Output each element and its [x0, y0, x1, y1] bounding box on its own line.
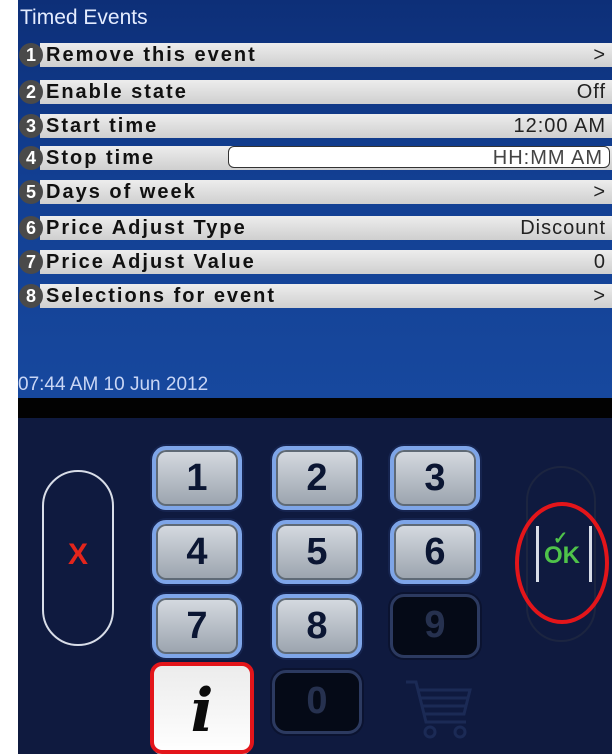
item-number-badge: 4	[19, 146, 43, 170]
menu-item-label: Start time	[46, 115, 159, 137]
close-icon: X	[67, 538, 88, 571]
item-number-badge: 6	[19, 216, 43, 240]
item-number-badge: 2	[19, 80, 43, 104]
menu-item-label: Stop time	[46, 147, 156, 169]
stop-time-placeholder: HH:MM AM	[492, 147, 603, 169]
menu-item-label: Price Adjust Type	[46, 217, 247, 239]
shopping-cart-icon	[406, 680, 472, 739]
menu-item-stop-time[interactable]: 4 Stop time HH:MM AM	[18, 145, 612, 171]
menu-item-price-adjust-value[interactable]: 7 Price Adjust Value 0	[18, 249, 612, 275]
stop-time-input[interactable]: HH:MM AM	[228, 146, 610, 169]
kiosk-screen: Timed Events 1 Remove this event > 2 Ena…	[18, 0, 612, 754]
menu-item-value: Discount	[520, 217, 606, 239]
menu-item-label: Selections for event	[46, 285, 277, 307]
key-1[interactable]: 1	[152, 446, 242, 510]
key-0: 0	[272, 670, 362, 734]
menu-item-value: >	[593, 285, 606, 307]
page-title: Timed Events	[20, 6, 148, 29]
menu-item-value: 0	[593, 251, 606, 273]
cancel-button[interactable]: X	[42, 470, 114, 646]
menu-item-value: >	[593, 181, 606, 203]
timed-events-panel: Timed Events 1 Remove this event > 2 Ena…	[18, 0, 612, 398]
info-highlight-box	[150, 662, 254, 754]
key-7[interactable]: 7	[152, 594, 242, 658]
menu-item-value: 12:00 AM	[513, 115, 606, 137]
menu-item-label: Days of week	[46, 181, 197, 203]
key-8[interactable]: 8	[272, 594, 362, 658]
key-6[interactable]: 6	[390, 520, 480, 584]
item-number-badge: 7	[19, 250, 43, 274]
status-datetime: 07:44 AM 10 Jun 2012	[18, 374, 209, 395]
key-4[interactable]: 4	[152, 520, 242, 584]
item-number-badge: 1	[19, 43, 43, 67]
menu-item-label: Price Adjust Value	[46, 251, 256, 273]
menu-item-price-adjust-type[interactable]: 6 Price Adjust Type Discount	[18, 215, 612, 241]
menu-item-label: Remove this event	[46, 44, 257, 66]
key-2[interactable]: 2	[272, 446, 362, 510]
menu-item-days-of-week[interactable]: 5 Days of week >	[18, 179, 612, 205]
menu-item-value: Off	[576, 81, 606, 103]
key-3[interactable]: 3	[390, 446, 480, 510]
key-9: 9	[390, 594, 480, 658]
menu-item-enable-state[interactable]: 2 Enable state Off	[18, 79, 612, 105]
menu-item-selections[interactable]: 8 Selections for event >	[18, 283, 612, 309]
menu-item-label: Enable state	[46, 81, 188, 103]
key-5[interactable]: 5	[272, 520, 362, 584]
item-number-badge: 3	[19, 114, 43, 138]
menu-item-start-time[interactable]: 3 Start time 12:00 AM	[18, 113, 612, 139]
ok-highlight-circle	[515, 502, 609, 624]
item-number-badge: 5	[19, 180, 43, 204]
item-number-badge: 8	[19, 284, 43, 308]
menu-item-value: >	[593, 44, 606, 66]
menu-item-remove-event[interactable]: 1 Remove this event >	[18, 42, 612, 68]
